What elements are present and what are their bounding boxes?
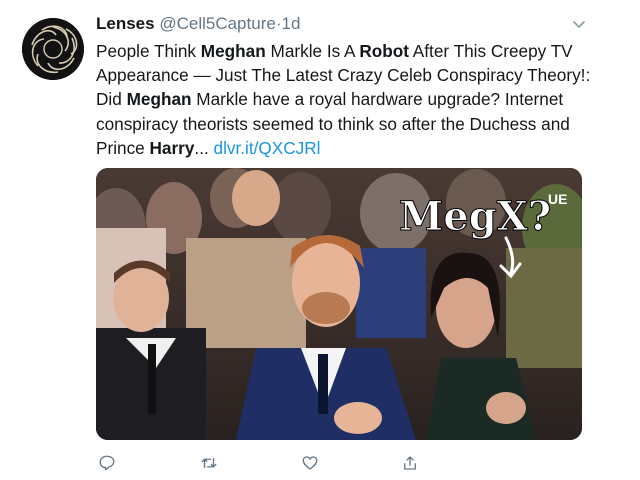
- tweet-actions: [96, 452, 426, 474]
- tweet-media-image[interactable]: MegX? UE: [96, 168, 582, 440]
- text-bold-segment: Meghan: [200, 41, 266, 61]
- user-handle[interactable]: @Cell5Capture: [159, 14, 275, 33]
- reply-icon: [99, 455, 115, 471]
- avatar[interactable]: [22, 18, 84, 80]
- like-icon: [302, 456, 318, 470]
- more-options-button[interactable]: [571, 16, 587, 32]
- chevron-down-icon: [573, 21, 585, 28]
- retweet-icon: [201, 457, 217, 469]
- text-bold-segment: Robot: [359, 41, 409, 61]
- tweet-text: People Think Meghan Markle Is A Robot Af…: [96, 39, 616, 160]
- text-segment: ...: [194, 137, 214, 158]
- timestamp[interactable]: 1d: [281, 14, 300, 33]
- text-bold-segment: Harry: [149, 137, 195, 158]
- share-icon: [404, 456, 416, 470]
- text-segment: Markle Is A: [265, 41, 360, 61]
- share-button[interactable]: [399, 452, 421, 474]
- overlay-handwritten-text: MegX?: [399, 193, 551, 240]
- tweet-header: Lenses @Cell5Capture·1d: [96, 14, 300, 36]
- retweet-button[interactable]: [198, 452, 220, 474]
- overlay-badge-text: UE: [548, 191, 567, 207]
- display-name[interactable]: Lenses: [96, 14, 155, 33]
- like-button[interactable]: [299, 452, 321, 474]
- tweet-link[interactable]: dlvr.it/QXCJRl: [214, 138, 321, 158]
- reply-button[interactable]: [96, 452, 118, 474]
- spiral-lens-logo-icon: [22, 18, 84, 80]
- media-photo: MegX? UE: [96, 168, 582, 440]
- text-segment: People Think: [96, 41, 201, 61]
- tweet-card[interactable]: Lenses @Cell5Capture·1d People Think Meg…: [0, 0, 640, 480]
- text-bold-segment: Meghan: [126, 89, 192, 110]
